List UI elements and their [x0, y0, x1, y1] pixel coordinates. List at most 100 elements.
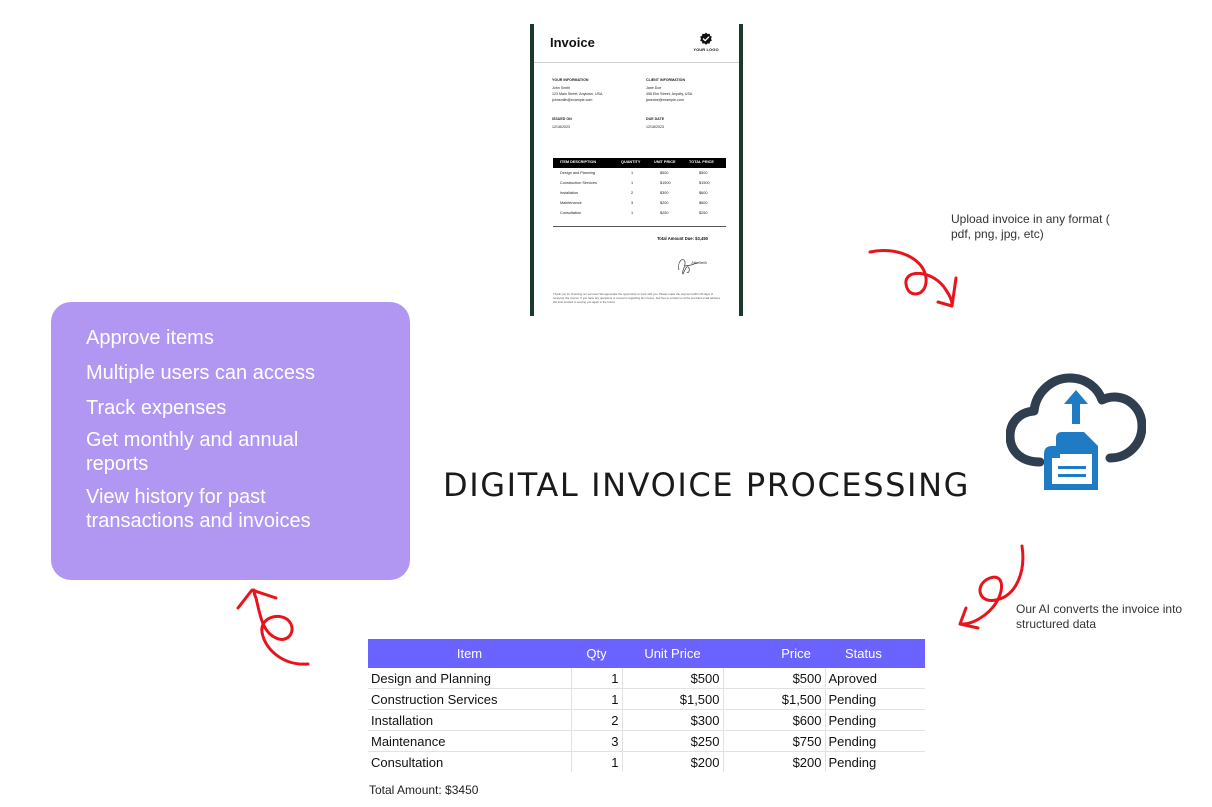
invoice-divider [553, 226, 726, 227]
invoice-row: Construction Services 1 $1500 $1500 [553, 178, 726, 188]
cell-item: Maintenance [368, 730, 572, 752]
feature-history: View history for past transactions and i… [86, 486, 311, 532]
inv-cell: Design and Planning [560, 171, 596, 175]
inv-header-total-price: TOTAL PRICE [689, 160, 714, 164]
invoice-logo: YOUR LOGO [691, 32, 721, 52]
invoice-header: Invoice YOUR LOGO [534, 24, 739, 63]
inv-cell: Consultation [560, 211, 582, 215]
header-item: Item [368, 639, 571, 668]
invoice-items-table: ITEM DESCRIPTION QUANTITY UNIT PRICE TOT… [553, 158, 726, 218]
inv-cell: $1500 [660, 181, 671, 185]
cell-unit-price: $500 [622, 668, 724, 689]
cell-qty: 1 [571, 688, 623, 710]
invoice-total-due: Total Amount Due: $3,450 [657, 236, 708, 241]
invoice-footer-note: Thank you for choosing our services! We … [553, 292, 721, 304]
table-header-row: Item Qty Unit Price Price Status [368, 639, 925, 668]
inv-cell: $250 [660, 211, 669, 215]
cell-unit-price: $1,500 [622, 688, 724, 710]
cell-status: Aproved [825, 668, 925, 689]
total-amount: Total Amount: $3450 [369, 783, 479, 797]
inv-cell: $500 [660, 171, 669, 175]
cell-price: $200 [723, 751, 826, 772]
table-row: Installation 2 $300 $600 Pending [368, 709, 925, 731]
table-row: Design and Planning 1 $500 $500 Aproved [368, 668, 925, 689]
issued-label: ISSUED ON [552, 117, 572, 121]
cell-price: $1,500 [723, 688, 826, 710]
cell-qty: 1 [571, 751, 623, 772]
cell-status: Pending [825, 709, 925, 731]
feature-reports: Get monthly and annual reports [86, 429, 299, 475]
inv-cell: Construction Services [560, 181, 597, 185]
table-row: Consultation 1 $200 $200 Pending [368, 751, 925, 772]
cell-unit-price: $200 [622, 751, 724, 772]
inv-cell: $600 [699, 201, 708, 205]
inv-header-description: ITEM DESCRIPTION [560, 160, 597, 164]
cell-qty: 1 [571, 668, 623, 689]
caption-upload: Upload invoice in any format ( pdf, png,… [951, 212, 1110, 241]
features-panel: Approve items Multiple users can access … [51, 302, 410, 580]
signature-name: John Smith [691, 261, 707, 265]
cell-price: $500 [723, 668, 826, 689]
inv-cell: $200 [660, 201, 669, 205]
invoice-row: Installation 2 $300 $600 [553, 188, 726, 198]
due-label: DUE DATE [646, 117, 665, 121]
cell-item: Construction Services [368, 688, 572, 710]
header-status: Status [825, 639, 925, 668]
curly-arrow-icon [236, 588, 310, 666]
header-qty: Qty [571, 639, 622, 668]
feature-multiple-users: Multiple users can access [86, 362, 315, 384]
cell-qty: 2 [571, 709, 623, 731]
your-email: johnsmith@example.com [552, 98, 593, 102]
inv-cell: $500 [699, 171, 708, 175]
client-email: janedoe@example.com [646, 98, 684, 102]
your-info-label: YOUR INFORMATION [552, 78, 589, 82]
inv-header-quantity: QUANTITY [621, 160, 641, 164]
cloud-upload-document-icon [1006, 373, 1146, 490]
issued-date: 12/18/2023 [552, 125, 570, 129]
table-row: Maintenance 3 $250 $750 Pending [368, 730, 925, 752]
invoice-title: Invoice [550, 35, 595, 50]
inv-cell: 1 [631, 181, 634, 185]
cell-item: Design and Planning [368, 668, 572, 689]
page-title: DIGITAL INVOICE PROCESSING [443, 466, 970, 504]
client-info-label: CLIENT INFORMATION [646, 78, 686, 82]
cell-unit-price: $250 [622, 730, 724, 752]
due-date: 12/18/2023 [646, 125, 664, 129]
invoice-row: Design and Planning 1 $500 $500 [553, 168, 726, 178]
inv-cell: 2 [631, 191, 634, 195]
logo-text: YOUR LOGO [693, 47, 719, 52]
check-badge-icon [700, 32, 712, 45]
inv-cell: Maintenance [560, 201, 582, 205]
cell-qty: 3 [571, 730, 623, 752]
cell-status: Pending [825, 688, 925, 710]
cell-price: $600 [723, 709, 826, 731]
cell-unit-price: $300 [622, 709, 724, 731]
structured-data-table: Item Qty Unit Price Price Status Design … [368, 639, 925, 772]
invoice-row: Maintenance 3 $200 $600 [553, 198, 726, 208]
table-row: Construction Services 1 $1,500 $1,500 Pe… [368, 688, 925, 710]
caption-convert: Our AI converts the invoice into structu… [1016, 602, 1183, 631]
header-unit-price: Unit Price [622, 639, 723, 668]
feature-approve-items: Approve items [86, 327, 214, 349]
curly-arrow-icon [958, 544, 1025, 630]
curly-arrow-icon [868, 249, 958, 308]
inv-cell: $300 [660, 191, 669, 195]
cell-status: Pending [825, 730, 925, 752]
inv-cell: $1500 [699, 181, 710, 185]
invoice-row: Consultation 1 $250 $250 [553, 208, 726, 218]
cell-status: Pending [828, 754, 877, 770]
invoice-table-header: ITEM DESCRIPTION QUANTITY UNIT PRICE TOT… [553, 158, 726, 168]
signature-mark: John Smith [678, 259, 707, 275]
inv-cell: 3 [631, 201, 634, 205]
invoice-document: Invoice YOUR LOGO YOUR INFORMATION John … [530, 24, 743, 316]
page-title-text: DIGITAL INVOICE PROCESSING [443, 466, 971, 504]
cell-price: $750 [723, 730, 826, 752]
inv-cell: 1 [631, 211, 634, 215]
cell-item: Consultation [368, 751, 572, 772]
inv-cell: 1 [631, 171, 634, 175]
feature-track-expenses: Track expenses [86, 397, 227, 419]
inv-cell: $250 [699, 211, 708, 215]
inv-cell: Installation [560, 191, 579, 195]
header-price: Price [723, 639, 825, 668]
cell-item: Installation [368, 709, 572, 731]
